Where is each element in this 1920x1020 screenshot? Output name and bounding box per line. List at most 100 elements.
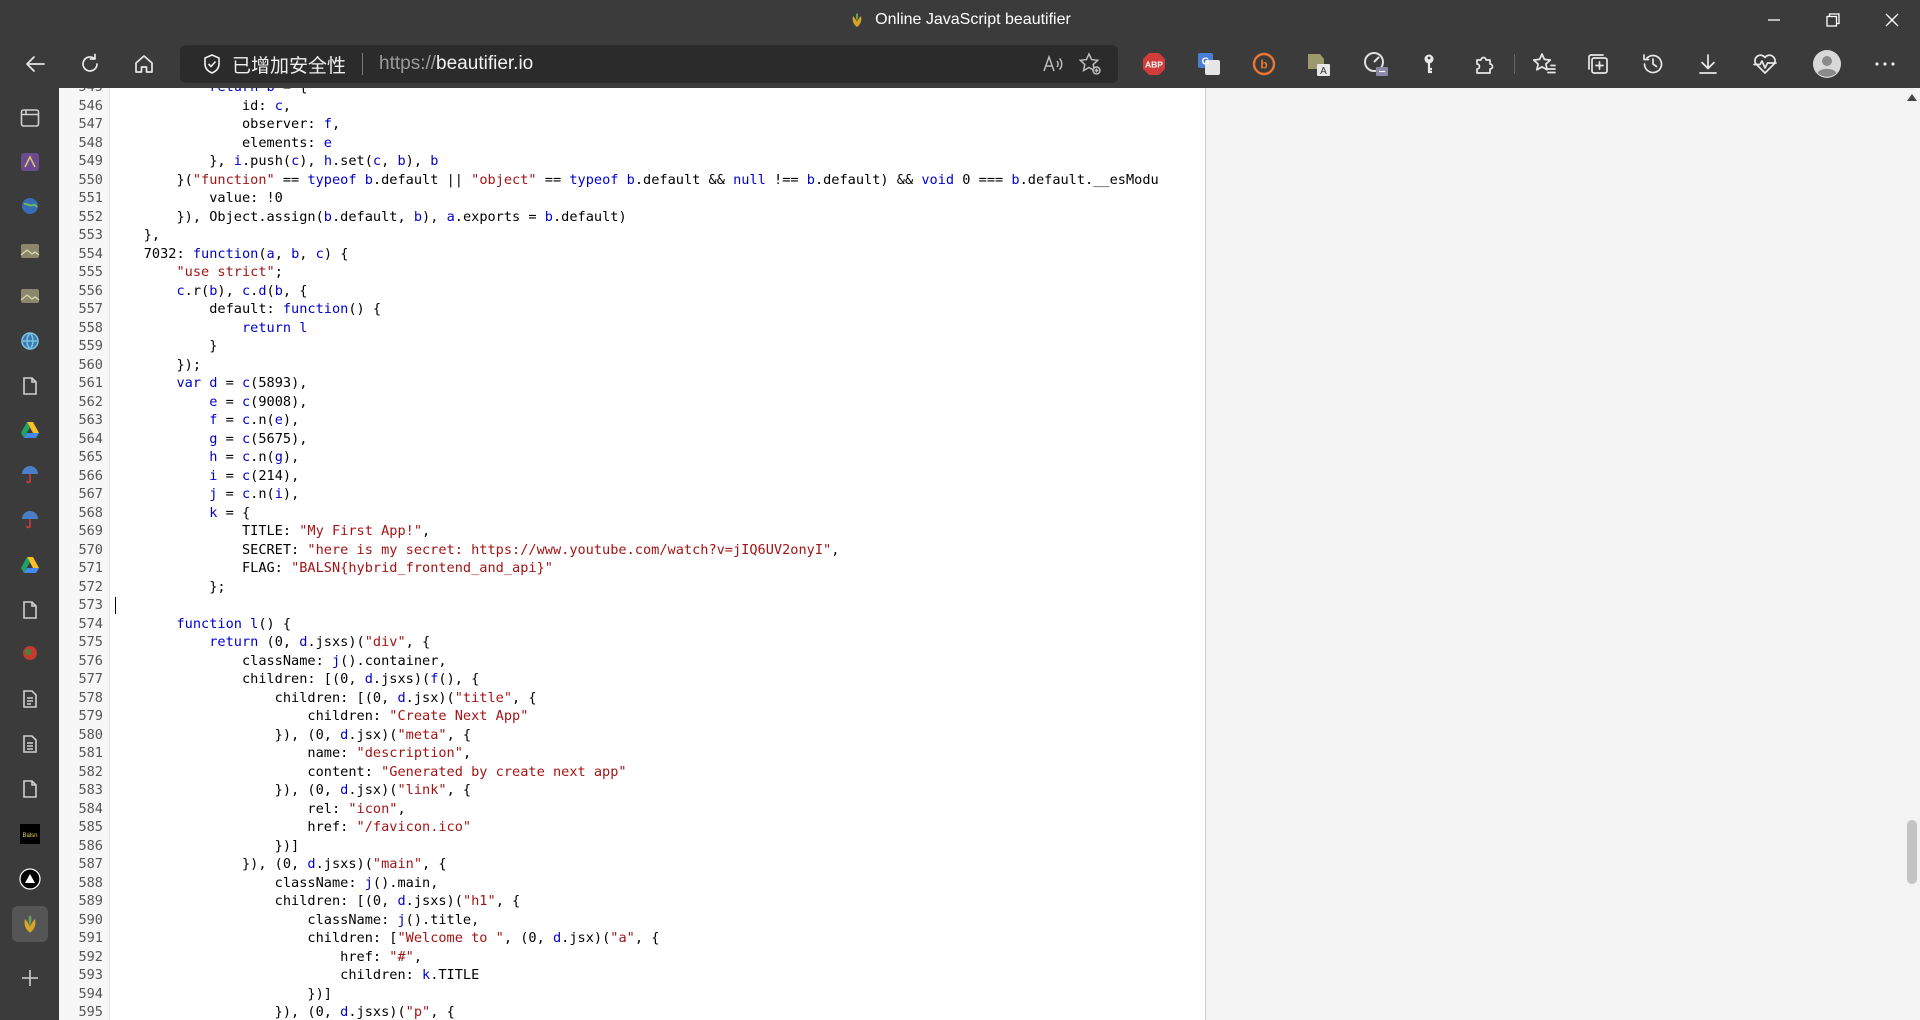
code-editor[interactable]: 545 return b = {546 id: c,547 observer: … [59, 88, 1206, 1020]
translate-icon: G [1198, 53, 1220, 75]
sidebar-tab-15[interactable] [12, 771, 48, 807]
translate-extension[interactable]: G [1195, 50, 1223, 78]
line-number: 574 [78, 615, 103, 632]
line-number: 545 [59, 88, 111, 97]
line-number: 575 [78, 634, 103, 650]
settings-more-button[interactable] [1865, 44, 1905, 84]
code-line: 575 return (0, d.jsxs)("div", { [59, 633, 1205, 652]
sidebar-tab-8[interactable] [12, 457, 48, 493]
adblock-plus-icon: ABP [1143, 53, 1165, 75]
page-scrollbar[interactable] [1903, 88, 1920, 1020]
line-text: children: "Create Next App" [111, 708, 529, 724]
profile-button[interactable] [1807, 44, 1847, 84]
line-number: 559 [78, 338, 103, 354]
line-number: 548 [78, 134, 103, 151]
tab-actions-button[interactable] [12, 100, 48, 136]
line-number: 576 [78, 652, 103, 669]
line-number: 586 [78, 837, 103, 854]
security-label: 已增加安全性 [232, 55, 347, 77]
code-line: 595 }), (0, d.jsxs)("p", { [59, 1003, 1205, 1020]
translate-page-extension[interactable]: A [1305, 50, 1333, 78]
image-icon [20, 244, 40, 258]
line-number: 572 [78, 578, 103, 595]
password-extension[interactable] [1415, 50, 1443, 78]
line-text: g = c(5675), [209, 430, 308, 447]
line-number: 593 [78, 967, 103, 983]
puzzle-icon [1476, 56, 1494, 74]
sidebar-tab-16[interactable]: Balsn [12, 816, 48, 852]
code-line: 593 children: k.TITLE [59, 966, 1205, 985]
sidebar-tab-13[interactable] [12, 681, 48, 717]
close-icon [1885, 13, 1899, 27]
line-text: }), (0, d.jsx)("link", { [111, 782, 472, 798]
home-button[interactable] [124, 44, 164, 84]
reload-button[interactable] [70, 44, 110, 84]
text-cursor [115, 597, 116, 614]
new-tab-button[interactable] [12, 960, 48, 996]
sidebar-tab-10[interactable] [12, 547, 48, 583]
b-extension[interactable]: b [1250, 50, 1278, 78]
svg-text:G: G [1202, 57, 1210, 68]
code-line: 591 children: ["Welcome to ", (0, d.jsx)… [59, 929, 1205, 948]
address-bar[interactable]: 已增加安全性 https:// beautifier.io [180, 45, 1118, 83]
history-button[interactable] [1633, 44, 1673, 84]
line-text: name: "description", [111, 745, 472, 761]
sidebar-tab-14[interactable] [12, 726, 48, 762]
globe-icon [22, 198, 38, 214]
code-line: 567 j = c.n(i), [59, 485, 1205, 504]
add-favorite-button[interactable] [1075, 49, 1105, 79]
scrollbar-thumb[interactable] [1907, 820, 1917, 884]
collections-button[interactable] [1578, 44, 1618, 84]
line-text: e = c(9008), [209, 393, 308, 410]
line-number: 582 [78, 763, 103, 780]
restore-button[interactable] [1805, 0, 1861, 40]
sidebar-tab-4[interactable] [12, 278, 48, 314]
line-text: id: c, [111, 97, 292, 114]
line-number: 569 [78, 523, 103, 539]
sidebar-tab-17[interactable] [12, 861, 48, 897]
security-shield-icon [204, 54, 220, 74]
close-button[interactable] [1864, 0, 1920, 40]
line-text: href: "#", [111, 948, 423, 965]
sidebar-tab-9[interactable] [12, 502, 48, 538]
purple-app-icon [21, 153, 39, 171]
code-lines[interactable]: 545 return b = {546 id: c,547 observer: … [59, 88, 1205, 1020]
sidebar-tab-6[interactable] [12, 368, 48, 404]
document-icon-2 [23, 601, 37, 619]
performance-button[interactable] [1745, 44, 1785, 84]
sidebar-tab-12[interactable] [12, 636, 48, 672]
sidebar-tab-11[interactable] [12, 592, 48, 628]
code-line: 578 children: [(0, d.jsx)("title", { [59, 689, 1205, 708]
code-line: 571 FLAG: "BALSN{hybrid_frontend_and_api… [59, 559, 1205, 578]
sidebar-tab-1[interactable] [12, 144, 48, 180]
window-title-area: Online JavaScript beautifier [0, 0, 1920, 40]
back-arrow-icon [26, 56, 45, 72]
line-number: 549 [78, 153, 103, 169]
code-line: 550 }("function" == typeof b.default || … [59, 171, 1205, 190]
favorites-button[interactable] [1524, 44, 1564, 84]
adblock-plus-extension[interactable]: ABP [1140, 50, 1168, 78]
line-text: c.r(b), c.d(b, { [176, 282, 308, 299]
sidebar-tab-7[interactable] [12, 412, 48, 448]
site-favicon-icon [852, 13, 862, 27]
line-text: className: j().title, [111, 911, 480, 928]
extensions-button[interactable] [1464, 44, 1504, 84]
minimize-button[interactable] [1746, 0, 1802, 40]
back-button[interactable] [15, 44, 55, 84]
code-line: 568 k = { [59, 504, 1205, 523]
code-line: 569 TITLE: "My First App!", [59, 522, 1205, 541]
code-line: 553 }, [59, 226, 1205, 245]
sidebar-tab-2[interactable] [12, 188, 48, 224]
sidebar-tab-3[interactable] [12, 233, 48, 269]
read-aloud-button[interactable] [1038, 49, 1068, 79]
line-number: 578 [78, 689, 103, 706]
sidebar-tab-5[interactable] [12, 323, 48, 359]
key-icon [1424, 54, 1434, 74]
window-title: Online JavaScript beautifier [875, 11, 1071, 28]
downloads-button[interactable] [1688, 44, 1728, 84]
line-text: return (0, d.jsxs)("div", { [209, 634, 431, 650]
speed-extension[interactable] [1362, 50, 1390, 78]
sidebar-tab-active[interactable] [12, 906, 48, 942]
scroll-up-arrow-icon[interactable] [1907, 94, 1917, 101]
code-line: 583 }), (0, d.jsx)("link", { [59, 781, 1205, 800]
